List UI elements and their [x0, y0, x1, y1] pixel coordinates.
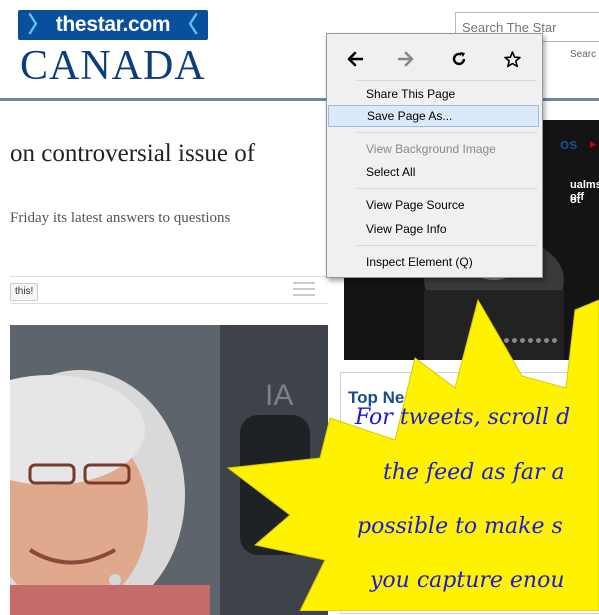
context-menu: Share This Page Save Page As... View Bac… — [326, 33, 543, 278]
menu-item-select-all[interactable]: Select All — [328, 161, 539, 183]
menu-item-save-page-as[interactable]: Save Page As... — [328, 105, 539, 127]
share-bar — [10, 276, 328, 304]
back-icon[interactable] — [345, 49, 365, 69]
article-photo: IA — [10, 325, 328, 615]
svg-text:IA: IA — [265, 379, 293, 412]
tweet-this-button[interactable]: this! — [10, 283, 39, 301]
menu-item-inspect-element[interactable]: Inspect Element (Q) — [328, 251, 539, 273]
search-button[interactable]: Searc — [570, 49, 596, 60]
video-caption: ot — [570, 194, 581, 206]
callout-line: For tweets, scroll d — [355, 405, 571, 430]
bookmark-star-icon[interactable] — [502, 49, 522, 69]
logo-right-chevron-icon: 〈 — [176, 12, 199, 37]
thestar-logo[interactable]: 〉 thestar.com 〈 — [18, 10, 208, 40]
menu-item-view-background-image: View Background Image — [366, 142, 496, 156]
menu-item-view-page-info[interactable]: View Page Info — [328, 218, 539, 240]
logo-text: thestar.com — [55, 13, 171, 36]
article-subhead: Friday its latest answers to questions — [10, 210, 231, 226]
video-next-arrow-icon[interactable]: ▸ — [590, 136, 597, 152]
forward-icon — [396, 49, 416, 69]
callout-line: the feed as far a — [383, 460, 565, 485]
section-title: CANADA — [20, 43, 206, 89]
article-headline: on controversial issue of — [10, 140, 256, 167]
reload-icon[interactable] — [449, 49, 469, 69]
menu-item-view-page-source[interactable]: View Page Source — [328, 194, 539, 216]
carousel-dots[interactable] — [472, 338, 557, 344]
callout-line: you capture enou — [370, 568, 565, 593]
logo-left-chevron-icon: 〉 — [27, 12, 50, 37]
hamburger-menu-icon[interactable] — [293, 282, 315, 296]
menu-item-share-page[interactable]: Share This Page — [328, 83, 539, 105]
video-section-heading[interactable]: os — [560, 136, 578, 153]
callout-line: possible to make s — [357, 514, 563, 539]
